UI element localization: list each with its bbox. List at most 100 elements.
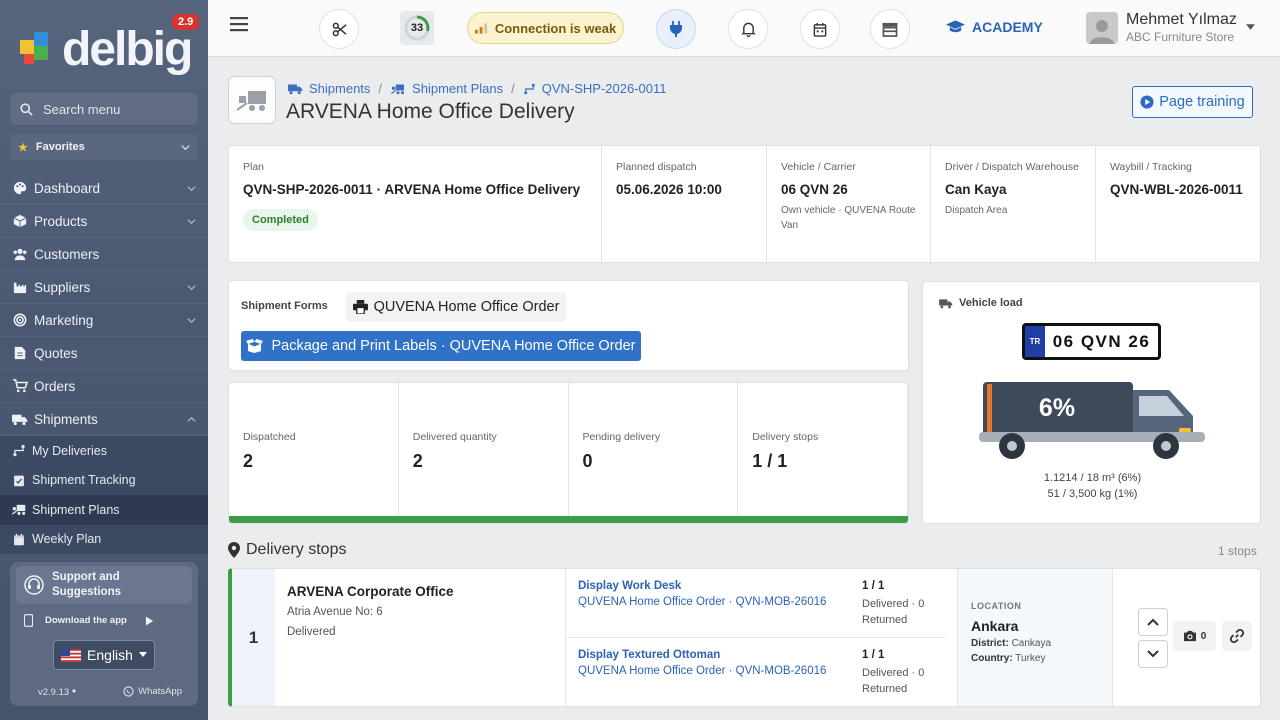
breadcrumb-shipments[interactable]: Shipments — [309, 81, 370, 96]
clipboard-check-icon — [14, 475, 24, 486]
sidebar-item-shipment-plans[interactable]: Shipment Plans — [0, 495, 208, 525]
sidebar-item-quotes[interactable]: Quotes — [0, 337, 208, 370]
us-flag-icon — [61, 648, 82, 662]
chevron-down-icon — [187, 284, 196, 290]
package-print-labels-button[interactable]: Package and Print Labels · QUVENA Home O… — [241, 331, 641, 361]
sidebar-item-dashboard[interactable]: Dashboard — [0, 172, 208, 205]
breadcrumb-separator: / — [511, 81, 515, 96]
page-icon-box — [228, 76, 276, 124]
stop-line-items: Display Work Desk QUVENA Home Office Ord… — [565, 569, 946, 706]
page-training-button[interactable]: Page training — [1132, 86, 1253, 118]
driver-label: Driver / Dispatch Warehouse — [945, 161, 1079, 173]
status-badge: Completed — [243, 209, 318, 231]
print-order-button[interactable]: QUVENA Home Office Order — [346, 292, 566, 322]
store-icon — [882, 22, 898, 37]
favorites-toggle[interactable]: ★ Favorites — [10, 134, 198, 160]
app-version: v2.9.13 • — [38, 684, 77, 698]
chevron-down-icon — [187, 218, 196, 224]
delbig-logo[interactable]: delbig — [20, 23, 200, 78]
calendar-button[interactable] — [800, 9, 840, 49]
line-delivery-status: Delivered · 0 Returned — [862, 667, 925, 695]
location-city: Ankara — [971, 618, 1019, 634]
calendar-icon — [813, 22, 827, 37]
product-link[interactable]: Display Work Desk — [578, 580, 681, 592]
stop-photos-button[interactable]: 0 — [1173, 621, 1216, 651]
vehicle-load-card: Vehicle load TR 06 QVN 26 6% 1.1214 / 18… — [922, 281, 1261, 524]
sidebar-item-products[interactable]: Products — [0, 205, 208, 238]
load-volume: 1.1214 / 18 m³ (6%) — [1043, 472, 1142, 484]
stat-label: Delivered quantity — [412, 431, 497, 443]
connection-status-badge[interactable]: Connection is weak — [467, 12, 624, 44]
store-button[interactable] — [870, 9, 910, 49]
location-label: LOCATION — [971, 601, 1022, 611]
search-menu-input[interactable]: Search menu — [10, 93, 198, 125]
chevron-down-icon — [1147, 650, 1159, 658]
top-header: 33 Connection is weak ACADEMY Mehmet Yıl… — [208, 0, 1280, 57]
sidebar-item-orders[interactable]: Orders — [0, 370, 208, 403]
stat-value: 2 — [412, 451, 423, 471]
breadcrumb-shipment-plans[interactable]: Shipment Plans — [412, 81, 503, 96]
plan-value: QVN-SHP-2026-0011 · ARVENA Home Office D… — [243, 182, 581, 197]
sidebar-item-suppliers[interactable]: Suppliers — [0, 271, 208, 304]
sidebar-item-label: Quotes — [34, 345, 78, 361]
order-link[interactable]: QUVENA Home Office Order · QVN-MOB-26016 — [578, 665, 826, 677]
stop-status: Delivered — [287, 626, 336, 638]
order-link[interactable]: QUVENA Home Office Order · QVN-MOB-26016 — [578, 596, 826, 608]
dispatch-label: Planned dispatch — [616, 161, 697, 173]
sidebar-item-shipment-tracking[interactable]: Shipment Tracking — [0, 466, 208, 496]
shipment-forms-card: Shipment Forms QUVENA Home Office Order … — [228, 280, 909, 371]
delivery-stop-row: 1 ARVENA Corporate Office Atria Avenue N… — [228, 568, 1261, 707]
sidebar-item-label: Customers — [34, 246, 100, 262]
sidebar-item-marketing[interactable]: Marketing — [0, 304, 208, 337]
line-item: Display Textured Ottoman QUVENA Home Off… — [566, 637, 946, 705]
move-stop-up-button[interactable] — [1138, 608, 1168, 636]
stops-count: 1 stops — [1218, 544, 1257, 558]
sidebar-item-customers[interactable]: Customers — [0, 238, 208, 271]
sidebar-item-my-deliveries[interactable]: My Deliveries — [0, 436, 208, 466]
line-quantity: 1 / 1 — [862, 580, 885, 592]
user-name[interactable]: Mehmet Yılmaz — [1126, 11, 1237, 29]
user-avatar[interactable] — [1086, 12, 1118, 44]
dispatch-value: 05.06.2026 10:00 — [616, 182, 722, 197]
breadcrumb-current-plan[interactable]: QVN-SHP-2026-0011 — [542, 81, 667, 96]
play-circle-icon — [1140, 95, 1154, 109]
route-icon — [13, 445, 25, 457]
waybill-value: QVN-WBL-2026-0011 — [1110, 182, 1243, 197]
whatsapp-icon — [123, 685, 134, 697]
stat-label: Delivery stops — [752, 431, 819, 443]
dispatch-column: Planned dispatch 05.06.2026 10:00 — [602, 146, 767, 262]
whatsapp-link[interactable]: WhatsApp — [123, 684, 182, 698]
star-icon: ★ — [18, 141, 28, 154]
product-link[interactable]: Display Textured Ottoman — [578, 649, 720, 661]
plan-label: Plan — [243, 161, 265, 173]
logo-mark-icon — [20, 32, 48, 64]
breadcrumb-separator: / — [378, 81, 383, 96]
search-menu-placeholder: Search menu — [43, 101, 121, 117]
driver-sub: Dispatch Area — [945, 205, 1008, 216]
truck-icon — [288, 84, 303, 94]
tools-button[interactable] — [319, 9, 359, 49]
line-item: Display Work Desk QUVENA Home Office Ord… — [566, 569, 946, 637]
notifications-button[interactable] — [728, 9, 768, 49]
page-training-label: Page training — [1159, 94, 1245, 110]
download-app-link[interactable]: Download the app — [24, 614, 154, 627]
line-delivery-status: Delivered · 0 Returned — [862, 598, 925, 626]
stop-link-button[interactable] — [1222, 621, 1252, 651]
hamburger-menu-icon[interactable] — [230, 16, 248, 32]
caret-down-icon[interactable] — [1246, 24, 1255, 30]
sidebar-item-shipments[interactable]: Shipments — [0, 403, 208, 436]
academy-link[interactable]: ACADEMY — [946, 19, 1043, 35]
support-suggestions-button[interactable]: Support and Suggestions — [16, 566, 192, 604]
sidebar-item-weekly-plan[interactable]: Weekly Plan — [0, 525, 208, 555]
stat-dispatched: Dispatched 2 — [229, 383, 399, 518]
plug-button[interactable] — [656, 9, 696, 49]
sidebar-item-label: My Deliveries — [32, 443, 108, 458]
play-store-icon[interactable] — [145, 616, 154, 626]
license-plate: TR 06 QVN 26 — [1022, 323, 1161, 360]
shipment-info-card: Plan QVN-SHP-2026-0011 · ARVENA Home Off… — [228, 145, 1261, 263]
mobile-icon — [24, 614, 33, 627]
vehicle-value: 06 QVN 26 — [781, 182, 848, 197]
language-select[interactable]: English — [53, 640, 155, 670]
score-indicator[interactable]: 33 — [400, 11, 434, 45]
move-stop-down-button[interactable] — [1138, 640, 1168, 668]
